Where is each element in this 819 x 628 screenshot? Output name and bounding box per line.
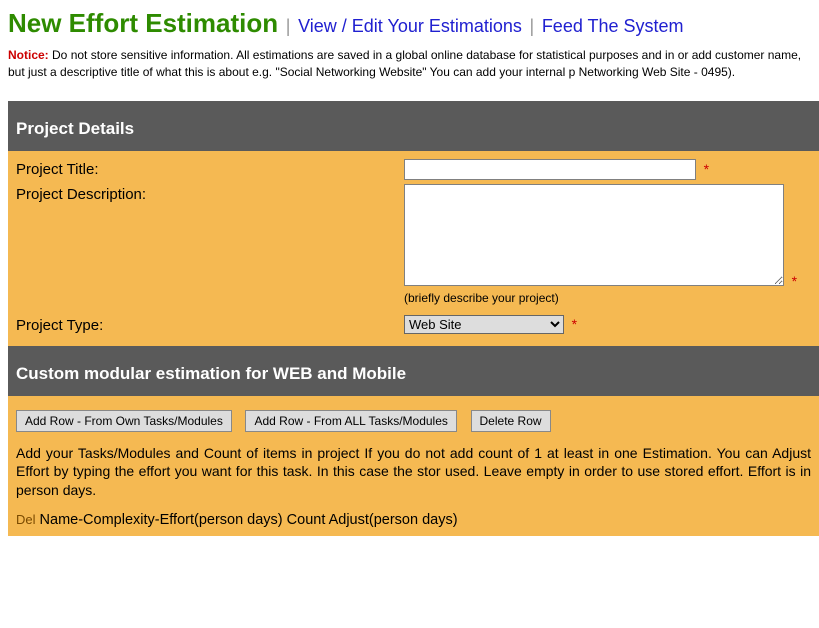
separator: | bbox=[530, 16, 535, 36]
required-mark: * bbox=[572, 316, 577, 332]
add-row-own-button[interactable]: Add Row - From Own Tasks/Modules bbox=[16, 410, 232, 432]
page-header: New Effort Estimation | View / Edit Your… bbox=[8, 8, 819, 39]
project-details-header: Project Details bbox=[8, 101, 819, 151]
required-mark: * bbox=[792, 273, 797, 289]
notice-label: Notice: bbox=[8, 48, 49, 62]
main-columns: Name-Complexity-Effort(person days) Coun… bbox=[40, 512, 458, 528]
button-row: Add Row - From Own Tasks/Modules Add Row… bbox=[16, 404, 811, 444]
project-description-label: Project Description: bbox=[16, 184, 404, 203]
view-edit-link[interactable]: View / Edit Your Estimations bbox=[298, 16, 522, 36]
required-mark: * bbox=[704, 161, 709, 177]
notice-body: Do not store sensitive information. All … bbox=[8, 48, 801, 79]
instruction-text: Add your Tasks/Modules and Count of item… bbox=[16, 444, 811, 501]
table-header: Del Name-Complexity-Effort(person days) … bbox=[16, 512, 811, 528]
custom-estimation-body: Add Row - From Own Tasks/Modules Add Row… bbox=[8, 396, 819, 537]
del-column: Del bbox=[16, 512, 36, 527]
project-title-input[interactable] bbox=[404, 159, 696, 180]
project-description-hint: (briefly describe your project) bbox=[404, 291, 811, 305]
separator: | bbox=[286, 16, 291, 36]
project-type-select[interactable]: Web Site bbox=[404, 315, 564, 334]
notice-text: Notice: Do not store sensitive informati… bbox=[8, 47, 819, 81]
project-details-form: Project Title: * Project Description: * … bbox=[8, 151, 819, 346]
project-description-input[interactable] bbox=[404, 184, 784, 286]
feed-system-link[interactable]: Feed The System bbox=[542, 16, 684, 36]
project-title-label: Project Title: bbox=[16, 159, 404, 178]
page-title: New Effort Estimation bbox=[8, 8, 278, 38]
custom-estimation-header: Custom modular estimation for WEB and Mo… bbox=[8, 346, 819, 396]
add-row-all-button[interactable]: Add Row - From ALL Tasks/Modules bbox=[245, 410, 456, 432]
project-type-label: Project Type: bbox=[16, 315, 404, 334]
delete-row-button[interactable]: Delete Row bbox=[471, 410, 551, 432]
